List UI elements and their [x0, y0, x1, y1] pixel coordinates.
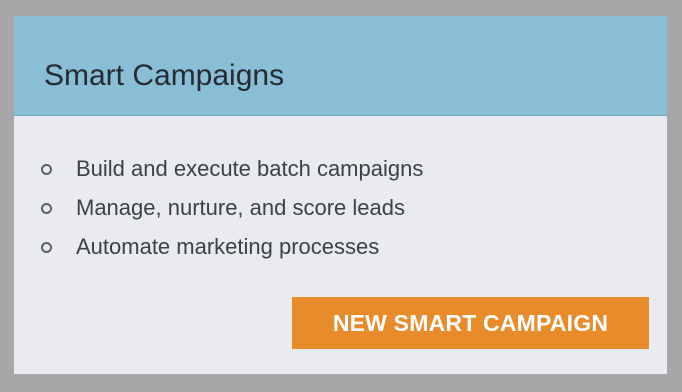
feature-list: Build and execute batch campaigns Manage…	[41, 154, 423, 271]
bullet-icon	[41, 164, 52, 175]
feature-item-batch-campaigns: Build and execute batch campaigns	[41, 154, 423, 193]
bullet-icon	[41, 242, 52, 253]
feature-label: Build and execute batch campaigns	[76, 156, 424, 181]
feature-item-automate-processes: Automate marketing processes	[41, 232, 423, 271]
feature-label: Automate marketing processes	[76, 234, 380, 259]
feature-label: Manage, nurture, and score leads	[76, 195, 405, 220]
card-title: Smart Campaigns	[44, 59, 285, 92]
feature-item-manage-leads: Manage, nurture, and score leads	[41, 193, 423, 232]
new-smart-campaign-button[interactable]: NEW SMART CAMPAIGN	[292, 297, 649, 349]
smart-campaigns-card: Smart Campaigns Build and execute batch …	[14, 16, 667, 374]
bullet-icon	[41, 203, 52, 214]
card-header: Smart Campaigns	[14, 16, 667, 116]
